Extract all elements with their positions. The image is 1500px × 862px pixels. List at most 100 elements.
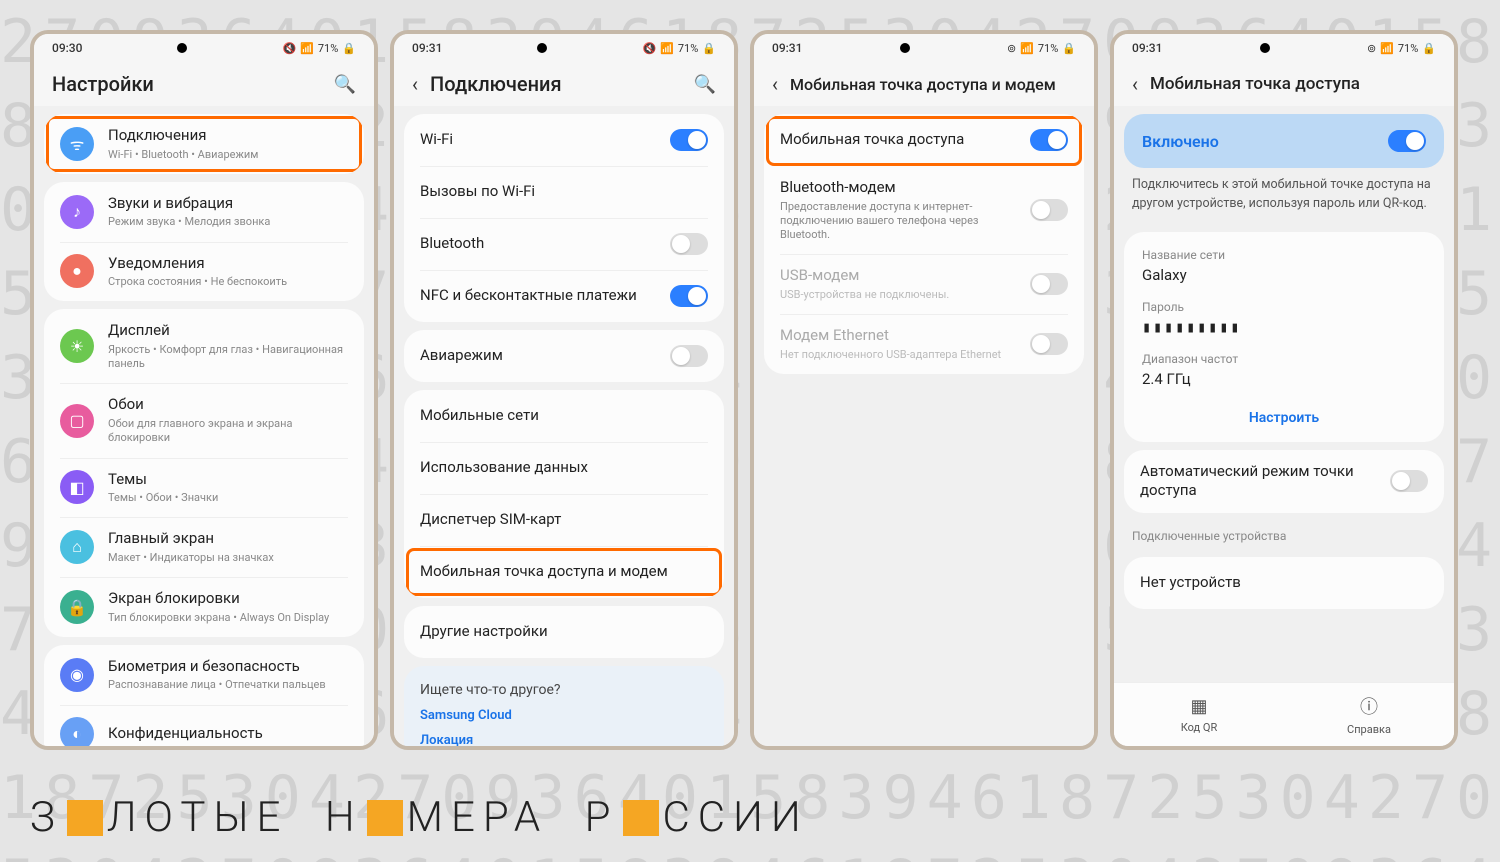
settings-item-wallpaper[interactable]: ▢ ОбоиОбои для главного экрана и экрана …: [44, 383, 364, 457]
back-icon[interactable]: ‹: [772, 72, 778, 96]
header: ‹ Мобильная точка доступа и модем: [754, 62, 1094, 106]
back-icon[interactable]: ‹: [1132, 72, 1138, 96]
row-wifi[interactable]: Wi-Fi: [404, 114, 724, 166]
item-label: Модем Ethernet: [780, 326, 1030, 346]
row-hotspot-tethering[interactable]: Мобильная точка доступа и модем: [404, 546, 724, 598]
looking-question: Ищете что-то другое?: [420, 682, 708, 698]
hotspot-toggle[interactable]: [1030, 129, 1068, 151]
settings-item-sounds[interactable]: ♪ Звуки и вибрацияРежим звука • Мелодия …: [44, 182, 364, 242]
row-bluetooth[interactable]: Bluetooth: [404, 218, 724, 270]
phone-3: 09:31 ⊚📶71%🔒 ‹ Мобильная точка доступа и…: [750, 30, 1098, 750]
item-sub: Строка состояния • Не беспокоить: [108, 275, 348, 289]
row-airplane[interactable]: Авиарежим: [404, 330, 724, 382]
back-icon[interactable]: ‹: [412, 72, 418, 96]
mute-icon: 🔇: [282, 42, 296, 55]
camera-hole-icon: [177, 43, 187, 53]
settings-item-themes[interactable]: ◧ ТемыТемы • Обои • Значки: [44, 458, 364, 518]
display-icon: ☀: [60, 329, 94, 363]
enabled-toggle[interactable]: [1388, 130, 1426, 152]
logo-square-icon: [367, 800, 403, 836]
time: 09:31: [772, 41, 802, 55]
row-nfc[interactable]: NFC и бесконтактные платежи: [404, 270, 724, 322]
looking-for-card: Ищете что-то другое? Samsung Cloud Локац…: [404, 666, 724, 746]
bluetooth-toggle[interactable]: [670, 233, 708, 255]
help-button[interactable]: ⓘ Справка: [1284, 683, 1454, 746]
signal-icon: 📶: [1380, 42, 1394, 55]
item-label: Bluetooth-модем: [780, 178, 1030, 198]
enabled-label: Включено: [1142, 132, 1219, 151]
auto-hotspot-toggle[interactable]: [1390, 470, 1428, 492]
row-data-usage[interactable]: Использование данных: [404, 442, 724, 494]
network-info-card[interactable]: Название сети Galaxy Пароль ▮▮▮▮▮▮▮▮▮ Ди…: [1124, 232, 1444, 442]
settings-item-display[interactable]: ☀ ДисплейЯркость • Комфорт для глаз • На…: [44, 309, 364, 383]
bt-tether-toggle[interactable]: [1030, 199, 1068, 221]
link-location[interactable]: Локация: [420, 733, 708, 746]
lock-icon: 🔒: [60, 590, 94, 624]
page-title: Мобильная точка доступа: [1150, 74, 1436, 94]
item-label: Экран блокировки: [108, 589, 348, 609]
item-label: Биометрия и безопасность: [108, 657, 348, 677]
settings-item-notifications[interactable]: ● УведомленияСтрока состояния • Не беспо…: [44, 242, 364, 302]
row-other-settings[interactable]: Другие настройки: [404, 606, 724, 658]
wifi-icon: ᯤ: [60, 127, 94, 161]
row-bluetooth-tether[interactable]: Bluetooth-модемПредоставление доступа к …: [764, 166, 1084, 254]
item-label: Автоматический режим точки доступа: [1140, 462, 1390, 501]
priv-icon: ◐: [60, 717, 94, 746]
mute-icon: 🔇: [642, 42, 656, 55]
settings-item-privacy[interactable]: ◐ Конфиденциальность: [44, 705, 364, 746]
settings-item-home[interactable]: ⌂ Главный экранМакет • Индикаторы на зна…: [44, 517, 364, 577]
item-label: Главный экран: [108, 529, 348, 549]
signal-icon: 📶: [660, 42, 674, 55]
search-icon[interactable]: 🔍: [334, 74, 356, 95]
connections-list: Wi-Fi Вызовы по Wi-Fi Bluetooth NFC и бе…: [394, 106, 734, 746]
battery-icon: 🔒: [342, 42, 356, 55]
hotspot-icon: ⊚: [1007, 42, 1016, 55]
settings-item-biometrics[interactable]: ◉ Биометрия и безопасностьРаспознавание …: [44, 645, 364, 705]
item-label: Вызовы по Wi-Fi: [420, 182, 708, 202]
row-usb-tether: USB-модемUSB-устройства не подключены.: [764, 254, 1084, 314]
wifi-toggle[interactable]: [670, 129, 708, 151]
row-auto-hotspot[interactable]: Автоматический режим точки доступа: [1124, 450, 1444, 513]
configure-button[interactable]: Настроить: [1142, 404, 1426, 426]
band-label: Диапазон частот: [1142, 352, 1426, 366]
qr-code-button[interactable]: ▦ Код QR: [1114, 683, 1284, 746]
header: ‹ Мобильная точка доступа: [1114, 62, 1454, 106]
item-label: Мобильные сети: [420, 406, 708, 426]
item-label: Звуки и вибрация: [108, 194, 348, 214]
status-bar: 09:31 ⊚📶71%🔒: [1114, 34, 1454, 62]
signal-icon: 📶: [1020, 42, 1034, 55]
battery-text: 71%: [318, 42, 338, 55]
row-sim-manager[interactable]: Диспетчер SIM-карт: [404, 494, 724, 546]
no-devices-row: Нет устройств: [1124, 557, 1444, 609]
time: 09:31: [412, 41, 442, 55]
page-title: Мобильная точка доступа и модем: [790, 75, 1076, 94]
info-icon: ⓘ: [1360, 693, 1378, 719]
link-samsung-cloud[interactable]: Samsung Cloud: [420, 708, 708, 723]
status-indicators: 🔇📶71%🔒: [642, 42, 716, 55]
enabled-bar[interactable]: Включено: [1124, 114, 1444, 168]
connected-devices-label: Подключенные устройства: [1114, 521, 1454, 549]
qr-icon: ▦: [1190, 696, 1207, 717]
row-mobile-hotspot[interactable]: Мобильная точка доступа: [764, 114, 1084, 166]
item-label: Дисплей: [108, 321, 348, 341]
status-bar: 09:31 🔇📶71%🔒: [394, 34, 734, 62]
nfc-toggle[interactable]: [670, 285, 708, 307]
battery-icon: 🔒: [1062, 42, 1076, 55]
item-sub: Обои для главного экрана и экрана блокир…: [108, 417, 348, 446]
hotspot-icon: ⊚: [1367, 42, 1376, 55]
row-mobile-networks[interactable]: Мобильные сети: [404, 390, 724, 442]
network-name-label: Название сети: [1142, 248, 1426, 262]
status-indicators: ⊚ 📶 71% 🔒: [1367, 42, 1436, 55]
airplane-toggle[interactable]: [670, 345, 708, 367]
row-wifi-calling[interactable]: Вызовы по Wi-Fi: [404, 166, 724, 218]
settings-item-connections[interactable]: ᯤ Подключения Wi-Fi • Bluetooth • Авиаре…: [44, 114, 364, 174]
battery-icon: 🔒: [1422, 42, 1436, 55]
battery-text: 71%: [1398, 42, 1418, 55]
item-sub: Нет подключенного USB-адаптера Ethernet: [780, 348, 1030, 362]
item-label: Wi-Fi: [420, 130, 670, 150]
search-icon[interactable]: 🔍: [694, 74, 716, 95]
item-sub: Темы • Обои • Значки: [108, 491, 348, 505]
logo-square-icon: [67, 800, 103, 836]
status-bar: 09:31 ⊚📶71%🔒: [754, 34, 1094, 62]
settings-item-lockscreen[interactable]: 🔒 Экран блокировкиТип блокировки экрана …: [44, 577, 364, 637]
